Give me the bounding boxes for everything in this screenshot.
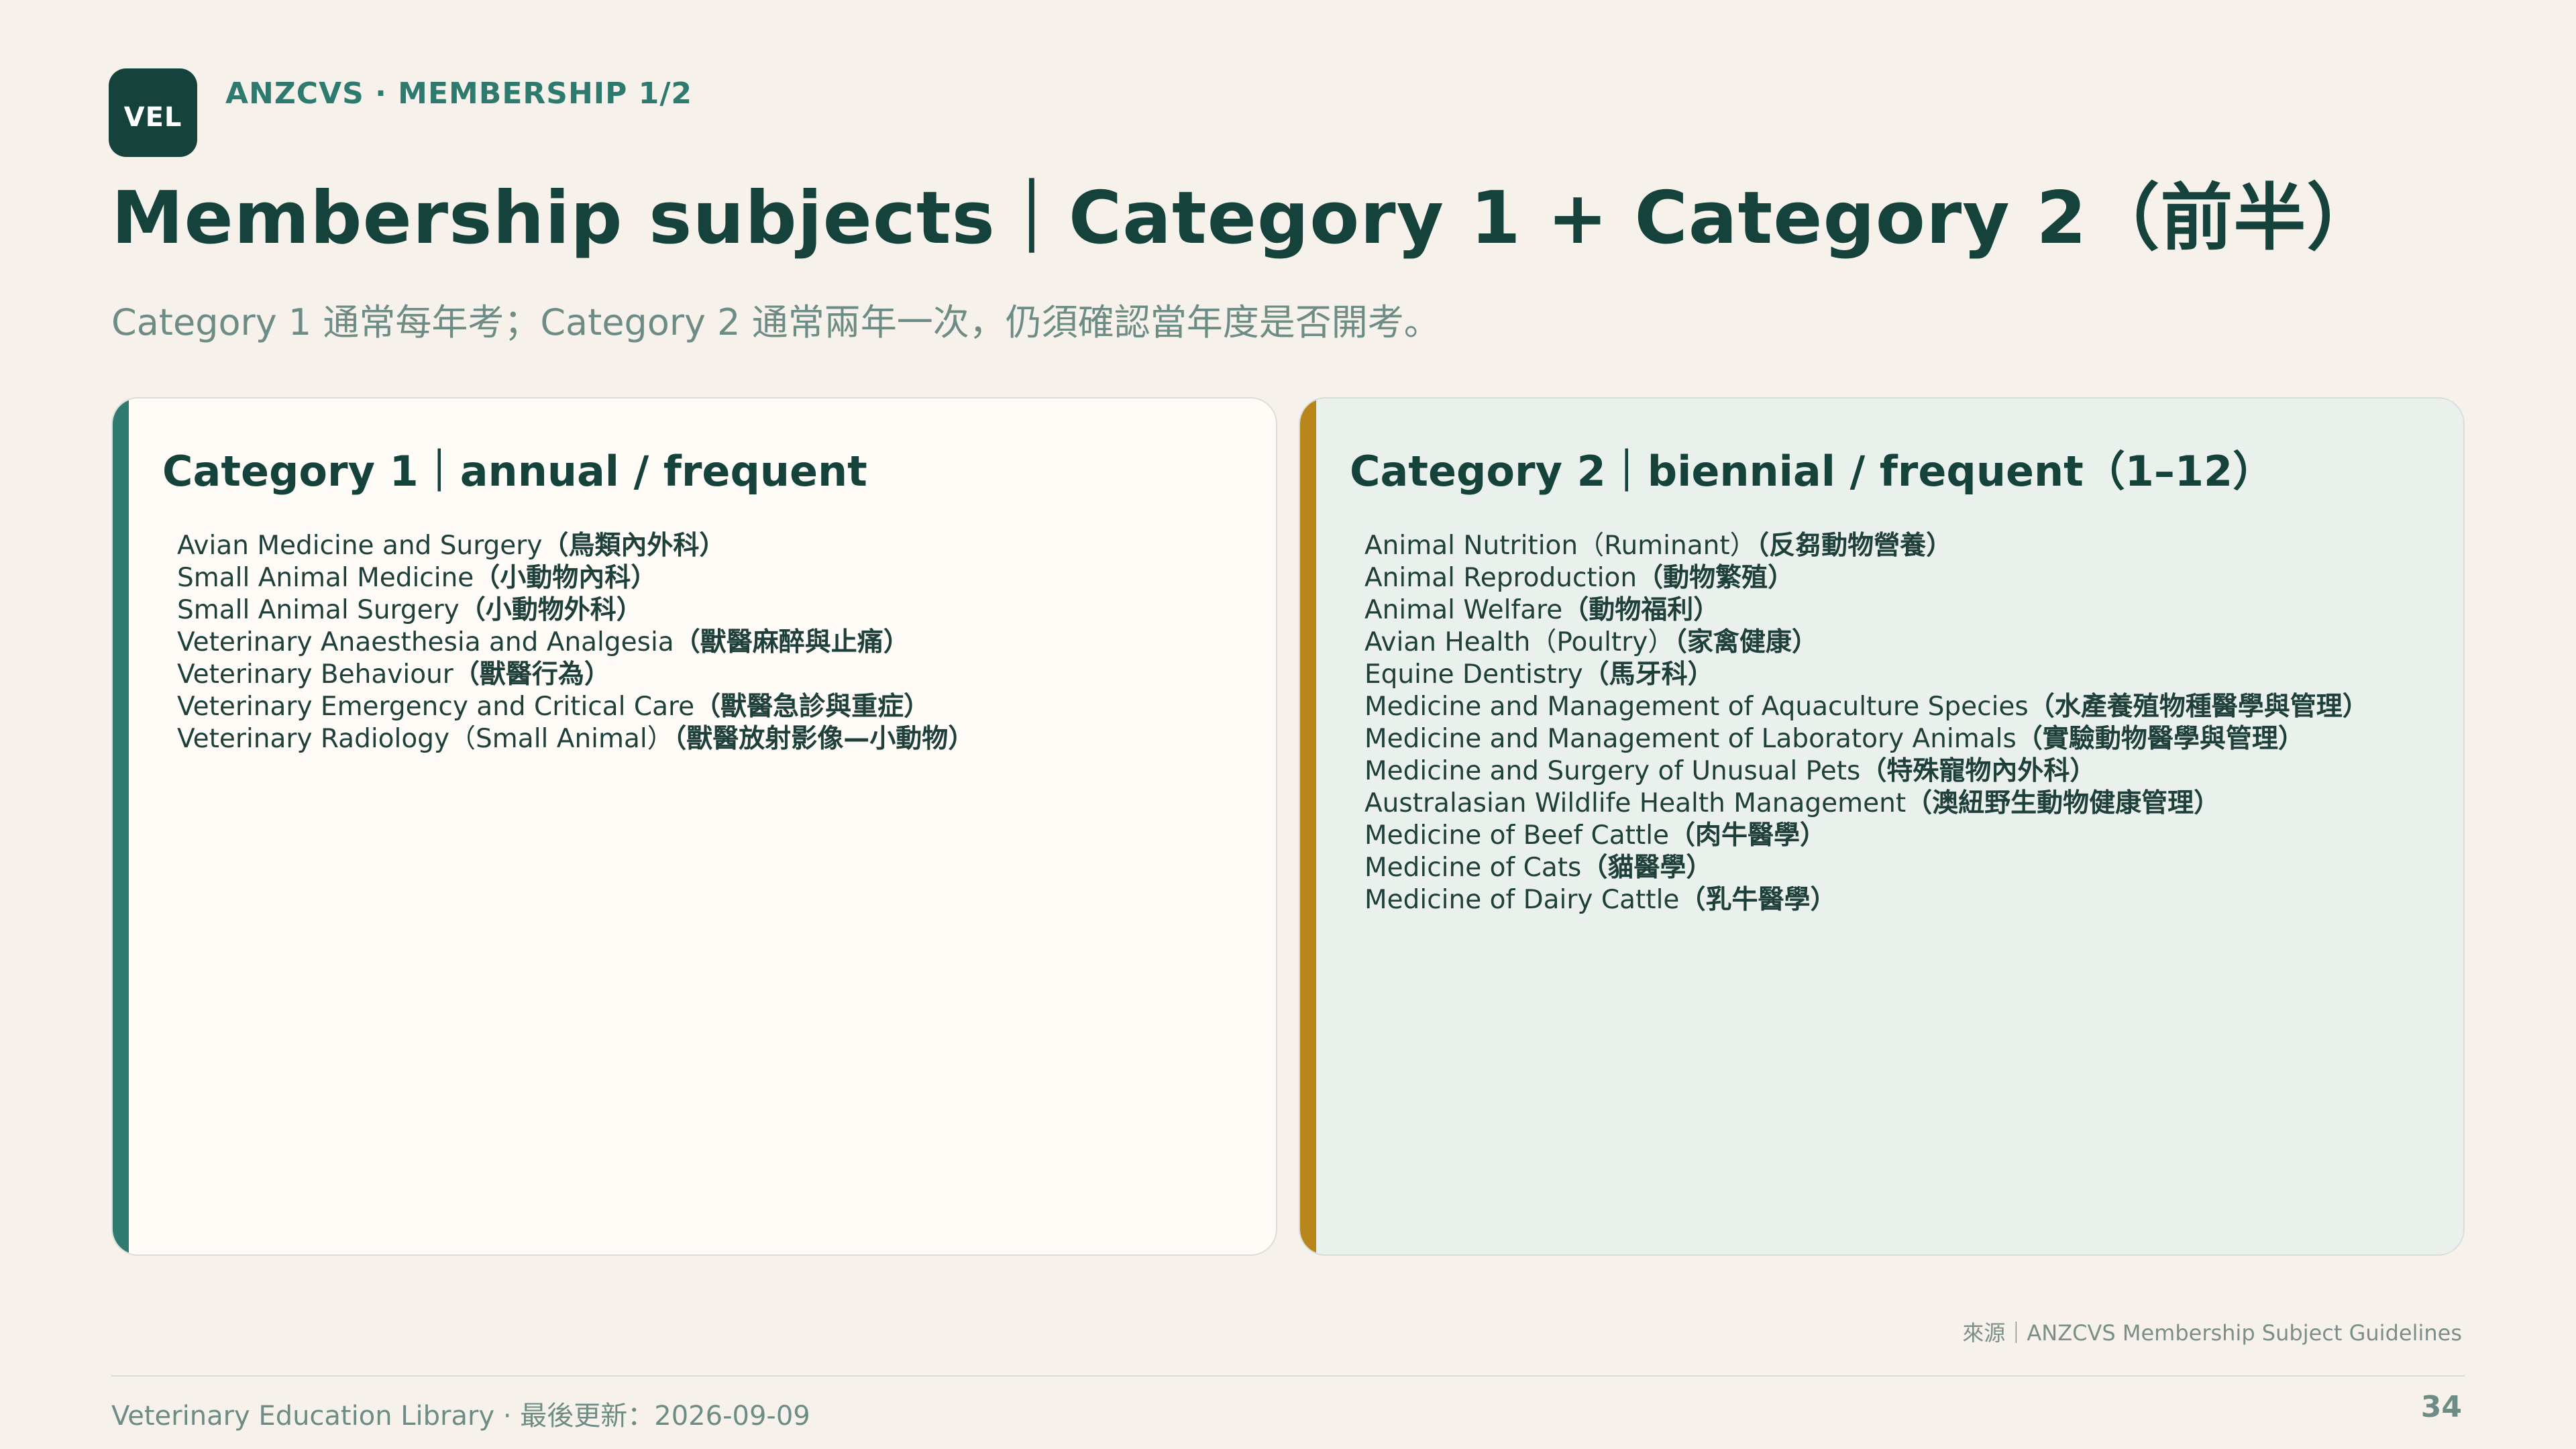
subject-english-name: Animal Nutrition（Ruminant） <box>1364 531 1756 561</box>
subject-english-name: Veterinary Emergency and Critical Care <box>177 692 695 722</box>
subject-english-name: Small Animal Medicine <box>177 563 474 593</box>
subject-chinese-name: （小動物外科） <box>459 595 643 625</box>
subject-english-name: Medicine and Management of Aquaculture S… <box>1364 692 2029 722</box>
subject-item: Australasian Wildlife Health Management（… <box>1364 788 2369 820</box>
subject-english-name: Animal Welfare <box>1364 595 1563 625</box>
subject-item: Veterinary Emergency and Critical Care（獸… <box>177 691 974 723</box>
subject-english-name: Animal Reproduction <box>1364 563 1638 593</box>
subject-english-name: Equine Dentistry <box>1364 659 1583 690</box>
category-1-card: Category 1｜annual / frequent Avian Medic… <box>111 397 1277 1256</box>
subject-item: Animal Welfare（動物福利） <box>1364 594 2369 627</box>
subject-item: Small Animal Surgery（小動物外科） <box>177 594 974 627</box>
subject-english-name: Small Animal Surgery <box>177 595 460 625</box>
subject-english-name: Veterinary Behaviour <box>177 659 453 690</box>
category-2-subject-list: Animal Nutrition（Ruminant）（反芻動物營養） Animal… <box>1364 530 2369 916</box>
subject-item: Medicine and Management of Laboratory An… <box>1364 723 2369 755</box>
category-2-accent-bar <box>1300 398 1316 1254</box>
subject-item: Avian Medicine and Surgery（鳥類內外科） <box>177 530 974 562</box>
source-citation: 來源｜ANZCVS Membership Subject Guidelines <box>1962 1320 2462 1346</box>
subject-item: Medicine of Dairy Cattle（乳牛醫學） <box>1364 884 2369 916</box>
subject-chinese-name: （小動物內科） <box>474 563 657 593</box>
subject-chinese-name: （獸醫行為） <box>453 659 610 690</box>
category-1-accent-bar <box>113 398 129 1254</box>
footer-divider <box>111 1375 2465 1377</box>
page-title: Membership subjects｜Category 1 + Categor… <box>111 176 2380 260</box>
subject-item: Animal Reproduction（動物繁殖） <box>1364 562 2369 594</box>
subject-chinese-name: （獸醫麻醉與止痛） <box>674 627 910 657</box>
category-1-subject-list: Avian Medicine and Surgery（鳥類內外科） Small A… <box>177 530 974 755</box>
subject-chinese-name: （馬牙科） <box>1582 659 1714 690</box>
subject-english-name: Medicine of Cats <box>1364 853 1582 883</box>
subject-item: Veterinary Behaviour（獸醫行為） <box>177 659 974 691</box>
subject-item: Avian Health（Poultry）（家禽健康） <box>1364 627 2369 659</box>
subject-item: Animal Nutrition（Ruminant）（反芻動物營養） <box>1364 530 2369 562</box>
category-1-title: Category 1｜annual / frequent <box>162 447 867 496</box>
subject-chinese-name: （澳紐野生動物健康管理） <box>1906 788 2220 818</box>
subject-english-name: Avian Health（Poultry） <box>1364 627 1674 657</box>
subject-chinese-name: （動物繁殖） <box>1637 563 1794 593</box>
subject-chinese-name: （特殊寵物內外科） <box>1860 756 2096 786</box>
subject-english-name: Veterinary Anaesthesia and Analgesia <box>177 627 674 657</box>
category-2-card: Category 2｜biennial / frequent（1–12） Ani… <box>1299 397 2465 1256</box>
subject-english-name: Veterinary Radiology（Small Animal） <box>177 724 674 754</box>
subject-chinese-name: （貓醫學） <box>1581 853 1713 883</box>
page-subtitle: Category 1 通常每年考；Category 2 通常兩年一次，仍須確認當… <box>111 301 1440 343</box>
subject-english-name: Australasian Wildlife Health Management <box>1364 788 1907 818</box>
category-2-title: Category 2｜biennial / frequent（1–12） <box>1350 447 2275 496</box>
section-kicker: ANZCVS · MEMBERSHIP 1/2 <box>225 76 693 111</box>
subject-item: Medicine of Cats（貓醫學） <box>1364 852 2369 884</box>
subject-item: Veterinary Radiology（Small Animal）（獸醫放射影… <box>177 723 974 755</box>
page-number: 34 <box>2420 1390 2462 1424</box>
subject-chinese-name: （水產養殖物種醫學與管理） <box>2028 692 2369 722</box>
subject-item: Medicine of Beef Cattle（肉牛醫學） <box>1364 820 2369 852</box>
subject-item: Equine Dentistry（馬牙科） <box>1364 659 2369 691</box>
subject-item: Medicine and Management of Aquaculture S… <box>1364 691 2369 723</box>
subject-english-name: Medicine and Management of Laboratory An… <box>1364 724 2017 754</box>
subject-chinese-name: （反芻動物營養） <box>1756 531 1953 561</box>
subject-chinese-name: （獸醫急診與重症） <box>694 692 930 722</box>
subject-english-name: Medicine of Dairy Cattle <box>1364 885 1680 915</box>
subject-english-name: Medicine and Surgery of Unusual Pets <box>1364 756 1861 786</box>
subject-chinese-name: （獸醫放射影像—小動物） <box>673 724 975 754</box>
subject-chinese-name: （家禽健康） <box>1674 627 1818 657</box>
subject-chinese-name: （鳥類內外科） <box>542 531 726 561</box>
subject-item: Medicine and Surgery of Unusual Pets（特殊寵… <box>1364 755 2369 788</box>
footer-text: Veterinary Education Library · 最後更新：2026… <box>111 1401 810 1432</box>
subject-chinese-name: （動物福利） <box>1562 595 1720 625</box>
subject-item: Small Animal Medicine（小動物內科） <box>177 562 974 594</box>
logo: VEL <box>109 68 197 157</box>
subject-english-name: Medicine of Beef Cattle <box>1364 820 1670 851</box>
subject-item: Veterinary Anaesthesia and Analgesia（獸醫麻… <box>177 627 974 659</box>
subject-chinese-name: （實驗動物醫學與管理） <box>2016 724 2304 754</box>
subject-chinese-name: （肉牛醫學） <box>1669 820 1827 851</box>
logo-text: VEL <box>123 102 182 133</box>
subject-chinese-name: （乳牛醫學） <box>1679 885 1837 915</box>
subject-english-name: Avian Medicine and Surgery <box>177 531 543 561</box>
